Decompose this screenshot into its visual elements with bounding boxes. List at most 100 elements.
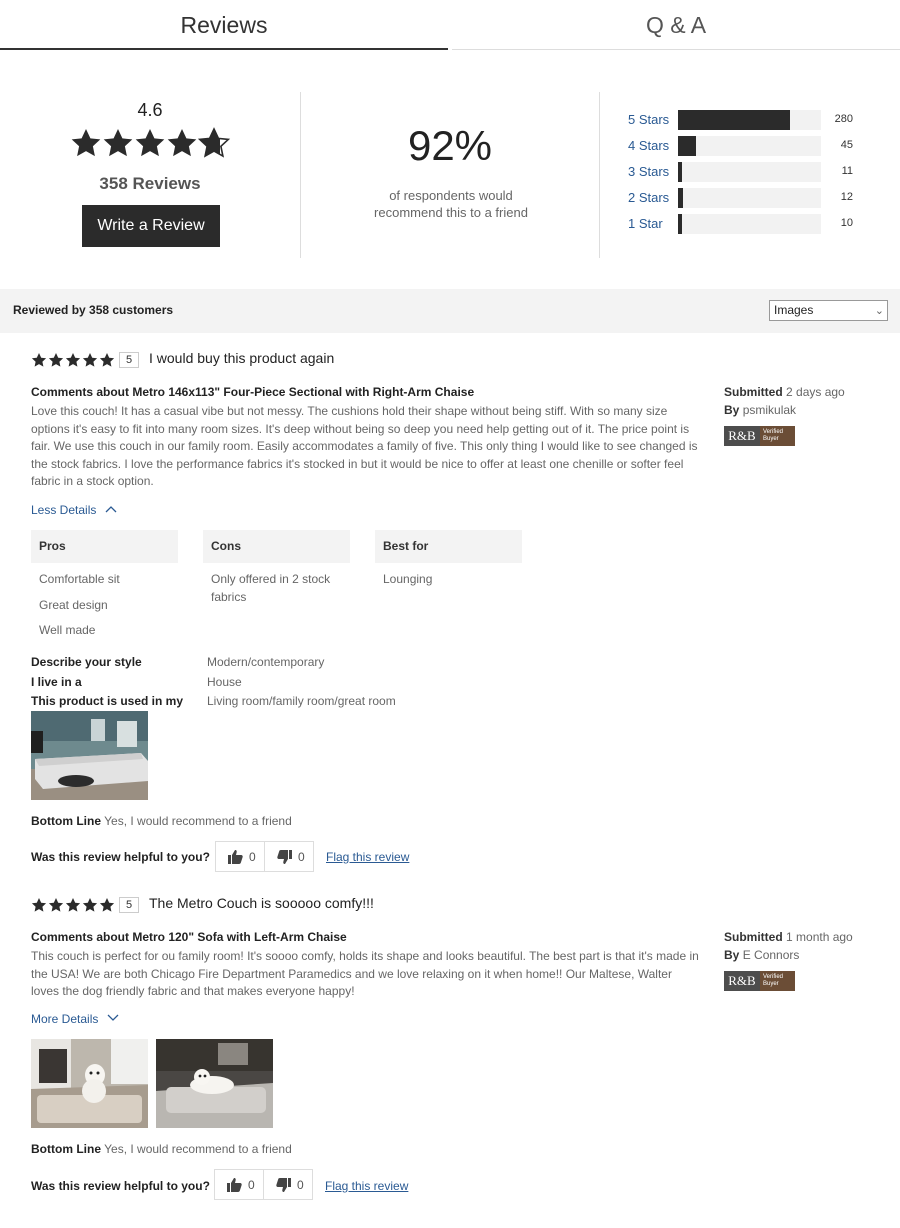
attribute-value: Living room/family room/great room bbox=[207, 694, 396, 708]
distribution-bar-fill bbox=[678, 214, 682, 234]
star-icon bbox=[48, 898, 64, 912]
submitted-date: 2 days ago bbox=[786, 385, 845, 399]
downvote-button[interactable]: 0 bbox=[264, 841, 314, 872]
review-body: This couch is perfect for ou family room… bbox=[31, 949, 699, 999]
review-count: 358 Reviews bbox=[99, 174, 201, 193]
badge-text: Verified Buyer bbox=[760, 426, 795, 446]
bottom-line-text: Yes, I would recommend to a friend bbox=[104, 1142, 292, 1156]
downvote-count: 0 bbox=[297, 1178, 304, 1192]
attribute-key: This product is used in my bbox=[31, 694, 184, 708]
review-body: Love this couch! It has a casual vibe bu… bbox=[31, 404, 698, 489]
star-icon bbox=[99, 898, 115, 912]
star-icon bbox=[71, 129, 101, 157]
tab-reviews[interactable]: Reviews bbox=[0, 0, 448, 50]
cons-item: Only offered in 2 stock fabrics bbox=[211, 572, 331, 604]
tab-bar: Reviews Q & A bbox=[0, 0, 900, 50]
sort-select-value: Images bbox=[774, 303, 814, 317]
recommend-text: of respondents would recommend this to a… bbox=[374, 188, 528, 220]
badge-logo: R&B bbox=[724, 971, 760, 991]
chevron-down-icon bbox=[107, 1014, 119, 1021]
distribution-count: 10 bbox=[840, 217, 853, 229]
star-icon bbox=[31, 898, 47, 912]
distribution-row-3[interactable]: 3 Stars 11 bbox=[628, 162, 868, 182]
star-icon bbox=[65, 898, 81, 912]
review-author: By psmikulak bbox=[724, 403, 796, 417]
flag-review-link[interactable]: Flag this review bbox=[326, 850, 409, 864]
verified-buyer-badge: R&B Verified Buyer bbox=[724, 971, 795, 991]
best-for-heading: Best for bbox=[375, 530, 522, 563]
flag-review-link[interactable]: Flag this review bbox=[325, 1179, 408, 1193]
bottom-line-label: Bottom Line bbox=[31, 1142, 101, 1156]
average-rating-panel: 4.6 358 Reviews Write a Review bbox=[0, 92, 300, 258]
review-card: 5 The Metro Couch is sooooo comfy!!! Com… bbox=[0, 895, 900, 1217]
attribute-value: Modern/contemporary bbox=[207, 655, 325, 669]
distribution-row-5[interactable]: 5 Stars 280 bbox=[628, 110, 868, 130]
review-submitted: Submitted 2 days ago bbox=[724, 385, 845, 399]
badge-logo: R&B bbox=[724, 426, 760, 446]
star-icon bbox=[82, 898, 98, 912]
half-star-icon bbox=[198, 128, 230, 157]
distribution-bar-track bbox=[678, 162, 821, 182]
star-icon bbox=[48, 353, 64, 367]
upvote-button[interactable]: 0 bbox=[214, 1169, 264, 1200]
distribution-label[interactable]: 4 Stars bbox=[628, 138, 669, 153]
details-toggle-label: Less Details bbox=[31, 503, 97, 517]
attribute-key: I live in a bbox=[31, 675, 82, 689]
more-details-toggle[interactable]: More Details bbox=[31, 1012, 119, 1026]
review-author: By E Connors bbox=[724, 948, 799, 962]
distribution-count: 11 bbox=[841, 165, 853, 177]
distribution-bar-fill bbox=[678, 110, 790, 130]
distribution-label[interactable]: 2 Stars bbox=[628, 190, 669, 205]
recommend-panel: 92% of respondents would recommend this … bbox=[300, 92, 600, 258]
attribute-key: Describe your style bbox=[31, 655, 142, 669]
distribution-row-4[interactable]: 4 Stars 45 bbox=[628, 136, 868, 156]
bottom-line: Bottom Line Yes, I would recommend to a … bbox=[31, 1142, 292, 1156]
review-title: I would buy this product again bbox=[149, 350, 335, 366]
review-photo[interactable] bbox=[31, 1039, 148, 1128]
distribution-row-1[interactable]: 1 Star 10 bbox=[628, 214, 868, 234]
write-review-button[interactable]: Write a Review bbox=[82, 205, 220, 247]
less-details-toggle[interactable]: Less Details bbox=[31, 503, 117, 517]
pros-item: Well made bbox=[39, 623, 96, 638]
pros-box: Pros Comfortable sit Great design Well m… bbox=[31, 530, 178, 640]
review-photo[interactable] bbox=[31, 711, 148, 800]
star-icon bbox=[99, 353, 115, 367]
review-stars bbox=[31, 353, 115, 367]
helpful-question: Was this review helpful to you? bbox=[31, 850, 210, 864]
author-name: psmikulak bbox=[742, 403, 797, 417]
badge-text: Verified Buyer bbox=[760, 971, 795, 991]
sort-select[interactable]: Images ⌄ bbox=[769, 300, 888, 321]
upvote-count: 0 bbox=[249, 850, 256, 864]
rating-distribution: 5 Stars 280 4 Stars 45 3 Stars 11 2 Star… bbox=[600, 92, 900, 258]
distribution-label[interactable]: 1 Star bbox=[628, 216, 663, 231]
review-photo[interactable] bbox=[156, 1039, 273, 1128]
distribution-count: 280 bbox=[834, 113, 853, 125]
thumbs-down-icon bbox=[277, 850, 292, 864]
bottom-line: Bottom Line Yes, I would recommend to a … bbox=[31, 814, 292, 828]
submitted-label: Submitted bbox=[724, 385, 783, 399]
chevron-up-icon bbox=[105, 506, 117, 513]
review-rating-number: 5 bbox=[119, 352, 139, 368]
review-rating-number: 5 bbox=[119, 897, 139, 913]
recommend-percent: 92% bbox=[407, 122, 493, 169]
distribution-bar-track bbox=[678, 110, 821, 130]
distribution-label[interactable]: 3 Stars bbox=[628, 164, 669, 179]
bottom-line-text: Yes, I would recommend to a friend bbox=[104, 814, 292, 828]
distribution-label[interactable]: 5 Stars bbox=[628, 112, 669, 127]
chevron-down-icon: ⌄ bbox=[874, 305, 884, 317]
tab-qa[interactable]: Q & A bbox=[452, 0, 900, 50]
cons-box: Cons Only offered in 2 stock fabrics bbox=[203, 530, 350, 606]
distribution-count: 12 bbox=[840, 191, 853, 203]
rating-summary: 4.6 358 Reviews Write a Review 92% of re… bbox=[0, 92, 900, 258]
thumbs-down-icon bbox=[276, 1178, 291, 1192]
upvote-button[interactable]: 0 bbox=[215, 841, 265, 872]
star-icon bbox=[167, 129, 197, 157]
review-title: The Metro Couch is sooooo comfy!!! bbox=[149, 895, 374, 911]
helpful-question: Was this review helpful to you? bbox=[31, 1179, 210, 1193]
distribution-bar-fill bbox=[678, 136, 696, 156]
pros-item: Great design bbox=[39, 597, 108, 612]
review-product-heading: Comments about Metro 146x113" Four-Piece… bbox=[31, 385, 475, 399]
thumbs-up-icon bbox=[227, 1178, 242, 1192]
downvote-button[interactable]: 0 bbox=[263, 1169, 313, 1200]
distribution-row-2[interactable]: 2 Stars 12 bbox=[628, 188, 868, 208]
